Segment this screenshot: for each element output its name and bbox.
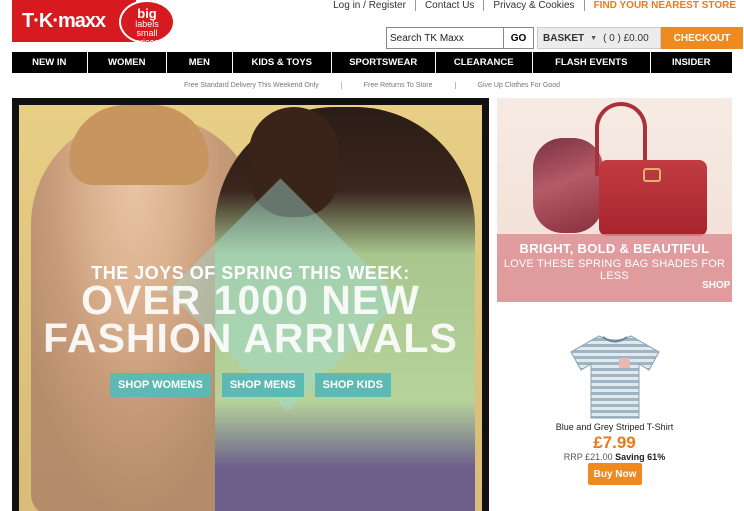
product-saving: Saving 61% bbox=[615, 452, 666, 462]
nav-item-sportswear[interactable]: SPORTSWEAR bbox=[332, 52, 436, 73]
nav-item-men[interactable]: MEN bbox=[167, 52, 233, 73]
product-rrp-value: RRP £21.00 bbox=[563, 452, 613, 462]
contact-us-link[interactable]: Contact Us bbox=[414, 0, 483, 11]
info-delivery[interactable]: Free Standard Delivery This Weekend Only bbox=[162, 82, 341, 89]
logo-text: T·K·maxx bbox=[22, 10, 106, 32]
hero-banner[interactable]: THE JOYS OF SPRING THIS WEEK: OVER 1000 … bbox=[12, 98, 489, 511]
promo-caption: BRIGHT, BOLD & BEAUTIFUL LOVE THESE SPRI… bbox=[497, 234, 732, 302]
hero-buttons: SHOP WOMENS SHOP MENS SHOP KIDS bbox=[19, 373, 482, 397]
checkout-button[interactable]: CHECKOUT bbox=[661, 27, 743, 49]
buy-now-button[interactable]: Buy Now bbox=[588, 463, 642, 485]
basket-summary: ( 0 ) £0.00 bbox=[603, 32, 649, 44]
hero-model-woman-hair bbox=[69, 105, 209, 185]
info-returns[interactable]: Free Returns To Store bbox=[340, 82, 455, 89]
top-links: Log in / Register Contact Us Privacy & C… bbox=[324, 0, 736, 12]
info-bar: Free Standard Delivery This Weekend Only… bbox=[0, 82, 744, 89]
bags-promo[interactable]: BRIGHT, BOLD & BEAUTIFUL LOVE THESE SPRI… bbox=[497, 98, 732, 302]
bag-clasp-image bbox=[643, 168, 661, 182]
basket-label: BASKET bbox=[543, 32, 585, 44]
nav-item-women[interactable]: WOMEN bbox=[88, 52, 167, 73]
hero-headline-2: FASHION ARRIVALS bbox=[43, 315, 458, 361]
shop-mens-button[interactable]: SHOP MENS bbox=[221, 373, 304, 397]
promo-subtitle: LOVE THESE SPRING BAG SHADES FOR LESS bbox=[503, 258, 726, 282]
product-card: Blue and Grey Striped T-Shirt £7.99 RRP … bbox=[497, 302, 732, 511]
badge-line-4: prices bbox=[134, 37, 159, 47]
basket-dropdown[interactable]: BASKET ▼ ( 0 ) £0.00 bbox=[537, 27, 661, 49]
search-go-button[interactable]: GO bbox=[504, 27, 534, 49]
tkmaxx-logo[interactable]: T·K·maxx big labels small prices bbox=[12, 0, 175, 47]
nav-item-kids-toys[interactable]: KIDS & TOYS bbox=[233, 52, 332, 73]
nav-item-clearance[interactable]: CLEARANCE bbox=[436, 52, 533, 73]
info-give-up-clothes[interactable]: Give Up Clothes For Good bbox=[454, 82, 582, 89]
chevron-down-icon: ▼ bbox=[590, 34, 598, 42]
shop-bags-link[interactable]: SHOP BAGS bbox=[615, 280, 732, 291]
shop-kids-button[interactable]: SHOP KIDS bbox=[314, 373, 391, 397]
nav-item-insider[interactable]: INSIDER bbox=[651, 52, 733, 73]
login-register-link[interactable]: Log in / Register bbox=[324, 0, 415, 11]
hero-photo: THE JOYS OF SPRING THIS WEEK: OVER 1000 … bbox=[19, 105, 482, 511]
product-name[interactable]: Blue and Grey Striped T-Shirt bbox=[497, 422, 732, 432]
search-basket-row: GO BASKET ▼ ( 0 ) £0.00 CHECKOUT bbox=[386, 27, 743, 49]
logo-box: T·K·maxx bbox=[12, 0, 136, 42]
scarf-image bbox=[533, 138, 603, 233]
striped-tshirt-image[interactable] bbox=[569, 332, 661, 420]
product-rrp: RRP £21.00 Saving 61% bbox=[497, 452, 732, 462]
store-finder-link[interactable]: FIND YOUR NEAREST STORE bbox=[583, 0, 736, 11]
big-labels-badge: big labels small prices bbox=[119, 0, 175, 47]
nav-item-new-in[interactable]: NEW IN bbox=[12, 52, 88, 73]
shop-womens-button[interactable]: SHOP WOMENS bbox=[110, 373, 211, 397]
nav-item-flash-events[interactable]: FLASH EVENTS bbox=[533, 52, 651, 73]
promo-title: BRIGHT, BOLD & BEAUTIFUL bbox=[519, 241, 710, 256]
privacy-cookies-link[interactable]: Privacy & Cookies bbox=[483, 0, 583, 11]
main-nav: NEW IN WOMEN MEN KIDS & TOYS SPORTSWEAR … bbox=[12, 52, 732, 73]
search-input[interactable] bbox=[386, 27, 504, 49]
product-price: £7.99 bbox=[593, 433, 636, 452]
